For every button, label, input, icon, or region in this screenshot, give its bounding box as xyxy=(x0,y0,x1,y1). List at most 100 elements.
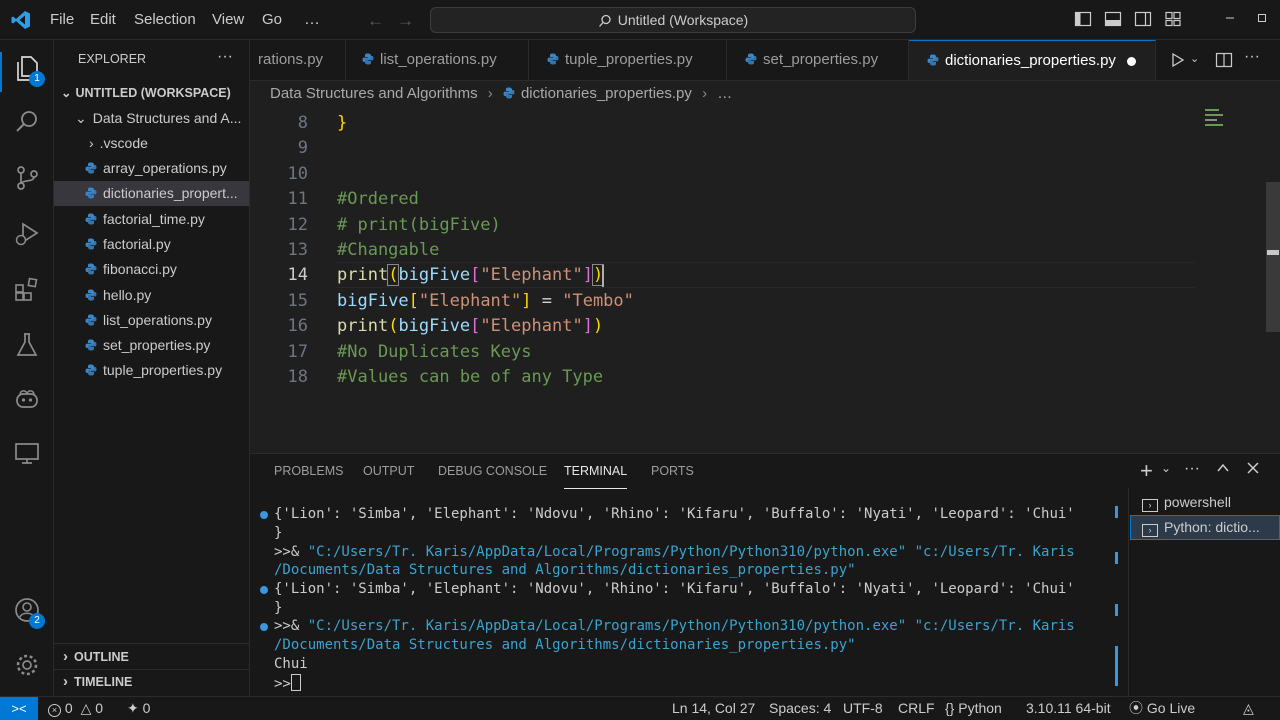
file-item[interactable]: array_operations.py xyxy=(54,156,249,181)
toggle-primary-sidebar-icon[interactable] xyxy=(1074,10,1092,28)
python-file-icon xyxy=(85,162,97,174)
tab-list-operations[interactable]: list_operations.py xyxy=(346,40,529,80)
minimize-icon[interactable] xyxy=(1224,12,1236,24)
unsaved-dot-icon[interactable] xyxy=(1127,57,1136,66)
new-terminal-plus-icon[interactable]: + xyxy=(1140,458,1153,484)
toggle-secondary-sidebar-icon[interactable] xyxy=(1134,10,1152,28)
breadcrumb-file[interactable]: dictionaries_properties.py xyxy=(521,85,692,102)
nav-forward-icon[interactable]: → xyxy=(397,11,414,31)
maximize-panel-chevron-icon[interactable] xyxy=(1216,461,1230,475)
vscode-logo-icon xyxy=(11,10,31,30)
notifications-bell-icon[interactable]: ◬ xyxy=(1243,697,1254,720)
workspace-header[interactable]: ⌄ UNTITLED (WORKSPACE) xyxy=(54,81,249,106)
extensions-icon[interactable] xyxy=(13,276,41,304)
go-live-button[interactable]: ⦿ Go Live xyxy=(1129,697,1195,720)
code-line-17: #No Duplicates Keys xyxy=(337,342,532,362)
terminal-line: } xyxy=(274,525,283,541)
menu-selection[interactable]: Selection xyxy=(134,0,196,40)
terminal-view[interactable]: {'Lion': 'Simba', 'Elephant': 'Ndovu', '… xyxy=(250,498,1120,693)
run-dropdown-chevron-icon[interactable]: ⌄ xyxy=(1190,52,1199,65)
maximize-icon[interactable] xyxy=(1256,12,1268,24)
minimap[interactable] xyxy=(1202,107,1266,137)
cursor-position[interactable]: Ln 14, Col 27 xyxy=(672,697,755,720)
tab-array-operations[interactable]: rations.py xyxy=(250,40,346,80)
file-item[interactable]: hello.py xyxy=(54,283,249,308)
tab-terminal[interactable]: TERMINAL xyxy=(564,454,628,489)
tab-set-properties[interactable]: set_properties.py xyxy=(727,40,909,80)
broadcast-icon: ⦿ xyxy=(1129,700,1143,716)
end-of-line[interactable]: CRLF xyxy=(898,697,935,720)
copilot-icon[interactable] xyxy=(13,385,41,413)
menu-edit[interactable]: Edit xyxy=(90,0,116,40)
file-item[interactable]: dictionaries_propert... xyxy=(54,181,249,207)
editor-more-icon[interactable]: ··· xyxy=(1244,48,1260,66)
outline-section[interactable]: › OUTLINE xyxy=(54,644,249,669)
terminal-icon: › xyxy=(1142,499,1158,512)
terminal-dropdown-chevron-icon[interactable]: ⌄ xyxy=(1161,461,1171,475)
python-interpreter[interactable]: 3.10.11 64-bit xyxy=(1026,697,1111,720)
tab-ports[interactable]: PORTS xyxy=(651,454,694,488)
code-editor[interactable]: 8 9 10 11 12 13 14 15 16 17 18 } #Ordered # print(… xyxy=(250,107,1280,453)
line-number: 14 xyxy=(287,265,308,285)
run-debug-icon[interactable] xyxy=(13,220,41,248)
folder-label: Data Structures and A... xyxy=(92,110,242,126)
language-mode[interactable]: {} Python xyxy=(945,697,1002,720)
terminal-line: {'Lion': 'Simba', 'Elephant': 'Ndovu', '… xyxy=(274,581,1075,597)
remote-indicator[interactable]: >< xyxy=(0,697,38,720)
folder-vscode[interactable]: › .vscode xyxy=(54,131,249,156)
close-panel-icon[interactable] xyxy=(1246,461,1260,475)
nav-back-icon[interactable]: ← xyxy=(367,11,384,31)
source-control-icon[interactable] xyxy=(13,164,41,192)
tab-output[interactable]: OUTPUT xyxy=(363,454,414,488)
scrollbar-cursor-marker xyxy=(1267,250,1279,255)
terminal-list-item-python[interactable]: › Python: dictio... xyxy=(1130,515,1280,540)
tab-problems[interactable]: PROBLEMS xyxy=(274,454,343,488)
breadcrumb-folder[interactable]: Data Structures and Algorithms xyxy=(270,85,478,102)
panel-more-icon[interactable]: ··· xyxy=(1184,460,1200,478)
menu-more[interactable]: … xyxy=(304,0,320,40)
remote-explorer-icon[interactable] xyxy=(13,440,41,468)
customize-layout-icon[interactable] xyxy=(1164,10,1182,28)
terminal-list-item-powershell[interactable]: › powershell xyxy=(1130,490,1280,515)
menu-view[interactable]: View xyxy=(212,0,244,40)
split-editor-icon[interactable] xyxy=(1215,51,1233,69)
timeline-label: TIMELINE xyxy=(74,675,133,689)
file-item[interactable]: tuple_properties.py xyxy=(54,358,249,383)
chevron-right-icon: › xyxy=(702,85,708,102)
file-item[interactable]: factorial_time.py xyxy=(54,207,249,232)
file-item[interactable]: set_properties.py xyxy=(54,333,249,358)
timeline-section[interactable]: › TIMELINE xyxy=(54,669,249,694)
line-number: 16 xyxy=(287,316,308,336)
editor-scrollbar[interactable] xyxy=(1266,182,1280,332)
manage-gear-icon[interactable] xyxy=(13,651,41,679)
chevron-right-icon: › xyxy=(63,648,68,665)
encoding[interactable]: UTF-8 xyxy=(843,697,883,720)
file-label: fibonacci.py xyxy=(103,261,177,278)
file-label: array_operations.py xyxy=(103,160,227,176)
terminal-overview-ruler xyxy=(1115,506,1118,690)
indentation[interactable]: Spaces: 4 xyxy=(769,697,831,720)
toggle-panel-icon[interactable] xyxy=(1104,10,1122,28)
folder-data-structures[interactable]: ⌄ Data Structures and A... xyxy=(54,106,249,131)
command-decoration-icon xyxy=(260,586,268,594)
search-icon[interactable] xyxy=(13,108,41,136)
menu-go[interactable]: Go xyxy=(262,0,282,40)
ports-indicator[interactable]: ✦ 0 xyxy=(127,697,150,720)
tab-tuple-properties[interactable]: tuple_properties.py xyxy=(529,40,727,80)
file-item[interactable]: factorial.py xyxy=(54,232,249,257)
explorer-more-icon[interactable]: ··· xyxy=(217,48,233,66)
testing-flask-icon[interactable] xyxy=(13,331,41,359)
tab-label: set_properties.py xyxy=(763,51,879,68)
terminal-line: } xyxy=(274,600,283,616)
problems-indicator[interactable]: × 0 △ 0 xyxy=(48,697,103,720)
tab-debug-console[interactable]: DEBUG CONSOLE xyxy=(438,454,547,488)
terminal-icon: › xyxy=(1142,524,1158,537)
line-number: 18 xyxy=(287,367,308,387)
run-python-file-icon[interactable] xyxy=(1170,52,1186,68)
tab-dictionaries-properties[interactable]: dictionaries_properties.py xyxy=(909,40,1156,80)
file-item[interactable]: list_operations.py xyxy=(54,308,249,333)
menu-file[interactable]: File xyxy=(50,0,74,40)
file-item[interactable]: fibonacci.py xyxy=(54,257,249,282)
command-center[interactable]: Untitled (Workspace) xyxy=(430,7,916,33)
breadcrumb-more[interactable]: … xyxy=(717,85,732,102)
